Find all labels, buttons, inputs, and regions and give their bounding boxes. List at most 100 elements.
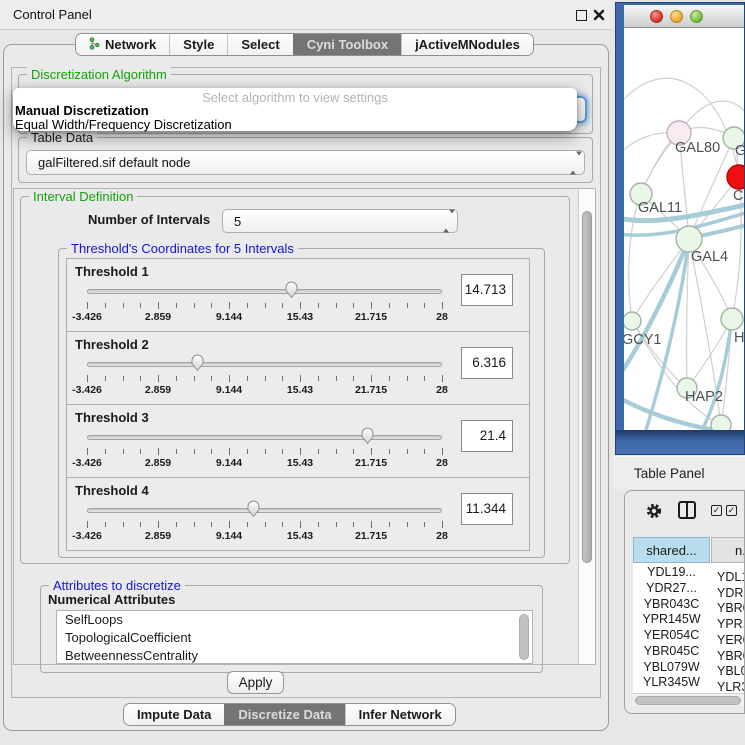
table-row[interactable]: YBR043CYBR0... <box>633 597 745 613</box>
tab-jactivemnodules[interactable]: jActiveMNodules <box>401 34 533 55</box>
apply-button[interactable]: Apply <box>227 671 284 694</box>
attribute-item-selfloops[interactable]: SelfLoops <box>57 611 532 629</box>
close-icon[interactable] <box>592 8 606 22</box>
threshold-4-slider-track[interactable] <box>87 508 442 513</box>
slider-tick <box>211 376 212 381</box>
table-row[interactable]: YBL079WYBL0... <box>633 660 745 676</box>
algorithm-option-manual-discretization[interactable]: Manual Discretization <box>13 104 577 118</box>
threshold-1-panel: Threshold 1-3.4262.8599.14415.4321.71528… <box>66 258 530 332</box>
table-row[interactable]: YDR27...YDR2... <box>633 581 745 597</box>
network-view-window[interactable]: GAL80GACDGAL11GAL4GCY1HAHAP2 <box>615 2 745 455</box>
network-window-titlebar[interactable] <box>624 5 745 28</box>
threshold-3-slider-track[interactable] <box>87 435 442 440</box>
column-header-shared-name[interactable]: shared... <box>633 537 710 563</box>
tab-infer-network[interactable]: Infer Network <box>345 704 455 725</box>
threshold-2-slider-track[interactable] <box>87 362 442 367</box>
settings-scrollbar-thumb[interactable] <box>582 211 592 563</box>
threshold-3-slider-thumb[interactable] <box>360 426 375 445</box>
tab-style[interactable]: Style <box>169 34 227 55</box>
cell-shared-name[interactable]: YBL079W <box>633 660 710 676</box>
table-row[interactable]: YLR345WYLR3... <box>633 675 745 691</box>
cell-shared-name[interactable]: YPR145W <box>633 612 710 628</box>
slider-tick <box>318 303 319 308</box>
tab-label: Infer Network <box>359 707 442 722</box>
network-window-bottom-frame <box>616 430 745 455</box>
slider-tick <box>211 522 212 527</box>
node-label-ha: HA <box>734 330 745 346</box>
algorithm-option-equal-width-frequency-discretization[interactable]: Equal Width/Frequency Discretization <box>13 118 577 132</box>
attribute-item-topologicalcoefficient[interactable]: TopologicalCoefficient <box>57 629 532 647</box>
slider-tick-label: 9.144 <box>216 457 242 469</box>
slider-tick <box>194 449 195 454</box>
number-of-intervals-label: Number of Intervals <box>88 212 210 227</box>
node-label-ga: GA <box>735 143 745 159</box>
close-traffic-light-icon[interactable] <box>650 10 663 23</box>
settings-scrollbar[interactable] <box>578 189 595 664</box>
network-canvas[interactable]: GAL80GACDGAL11GAL4GCY1HAHAP2 <box>624 28 745 431</box>
tab-impute-data[interactable]: Impute Data <box>124 704 224 725</box>
split-columns-icon[interactable] <box>678 501 696 519</box>
table-data-combobox[interactable]: galFiltered.sif default node <box>26 150 585 175</box>
tab-discretize-data[interactable]: Discretize Data <box>224 704 344 725</box>
number-of-intervals-combobox[interactable]: 5 <box>222 209 458 233</box>
table-row[interactable]: YER054CYER0... <box>633 628 745 644</box>
threshold-2-value-field[interactable]: 6.316 <box>461 347 513 379</box>
network-node[interactable] <box>721 308 743 330</box>
network-node-selected[interactable] <box>727 165 745 189</box>
table-panel: ✓ ✓ shared... n... YDL19...YDL1...YDR27.… <box>624 490 745 714</box>
threshold-4-value-field[interactable]: 11.344 <box>461 493 513 525</box>
threshold-1-value-field[interactable]: 14.713 <box>461 274 513 306</box>
column-header-name[interactable]: n... <box>711 537 745 563</box>
cell-shared-name[interactable]: YLR345W <box>633 675 710 691</box>
tab-cyni-toolbox[interactable]: Cyni Toolbox <box>293 34 401 55</box>
float-window-icon[interactable] <box>576 10 587 21</box>
cell-shared-name[interactable]: YBR045C <box>633 644 710 660</box>
slider-tick <box>300 521 301 528</box>
table-row[interactable]: YDL19...YDL1... <box>633 565 745 581</box>
zoom-traffic-light-icon[interactable] <box>690 10 703 23</box>
threshold-1-slider-thumb[interactable] <box>284 280 299 299</box>
combo-arrows-icon <box>570 155 577 170</box>
threshold-1-label: Threshold 1 <box>75 264 149 279</box>
tab-label: Discretize Data <box>238 707 331 722</box>
slider-tick-label: 2.859 <box>145 384 171 396</box>
table-data-combobox-value: galFiltered.sif default node <box>38 155 190 170</box>
network-node[interactable] <box>624 312 641 330</box>
table-horizontal-scrollbar-thumb[interactable] <box>635 696 741 705</box>
threshold-1-slider-track[interactable] <box>87 289 442 294</box>
threshold-4-slider-thumb[interactable] <box>246 499 261 518</box>
numerical-attributes-list[interactable]: SelfLoopsTopologicalCoefficientBetweenne… <box>56 610 533 664</box>
cyni-bottom-tabs: Impute Data Discretize Data Infer Network <box>123 703 456 726</box>
minimize-traffic-light-icon[interactable] <box>670 10 683 23</box>
threshold-3-label: Threshold 3 <box>75 410 149 425</box>
tab-label: Select <box>241 37 279 52</box>
cell-shared-name[interactable]: YDR27... <box>633 581 710 597</box>
gear-icon[interactable] <box>645 502 663 525</box>
slider-tick-label: 28 <box>436 530 448 542</box>
table-row[interactable]: YPR145WYPR1... <box>633 612 745 628</box>
tab-select[interactable]: Select <box>227 34 292 55</box>
slider-tick <box>140 303 141 308</box>
threshold-2-slider-thumb[interactable] <box>190 353 205 372</box>
slider-tick-label: -3.426 <box>72 530 102 542</box>
checkbox-icon[interactable]: ✓ <box>726 505 737 516</box>
checkbox-icon[interactable]: ✓ <box>711 505 722 516</box>
cell-shared-name[interactable]: YDL19... <box>633 565 710 581</box>
attribute-item-betweennesscentrality[interactable]: BetweennessCentrality <box>57 647 532 664</box>
table-row[interactable]: YBR045CYBR0... <box>633 644 745 660</box>
slider-tick <box>353 522 354 527</box>
slider-tick <box>247 376 248 381</box>
cell-shared-name[interactable]: YBR043C <box>633 597 710 613</box>
slider-tick <box>194 376 195 381</box>
threshold-2-panel: Threshold 2-3.4262.8599.14415.4321.71528… <box>66 331 530 405</box>
network-node[interactable] <box>711 415 731 431</box>
slider-tick <box>353 303 354 308</box>
table-horizontal-scrollbar[interactable] <box>633 693 745 706</box>
slider-tick <box>229 521 230 528</box>
tab-network[interactable]: Network <box>76 34 169 55</box>
threshold-3-value-field[interactable]: 21.4 <box>461 420 513 452</box>
cell-shared-name[interactable]: YER054C <box>633 628 710 644</box>
slider-tick <box>176 376 177 381</box>
slider-tick <box>389 376 390 381</box>
list-scrollbar-thumb[interactable] <box>519 614 529 660</box>
